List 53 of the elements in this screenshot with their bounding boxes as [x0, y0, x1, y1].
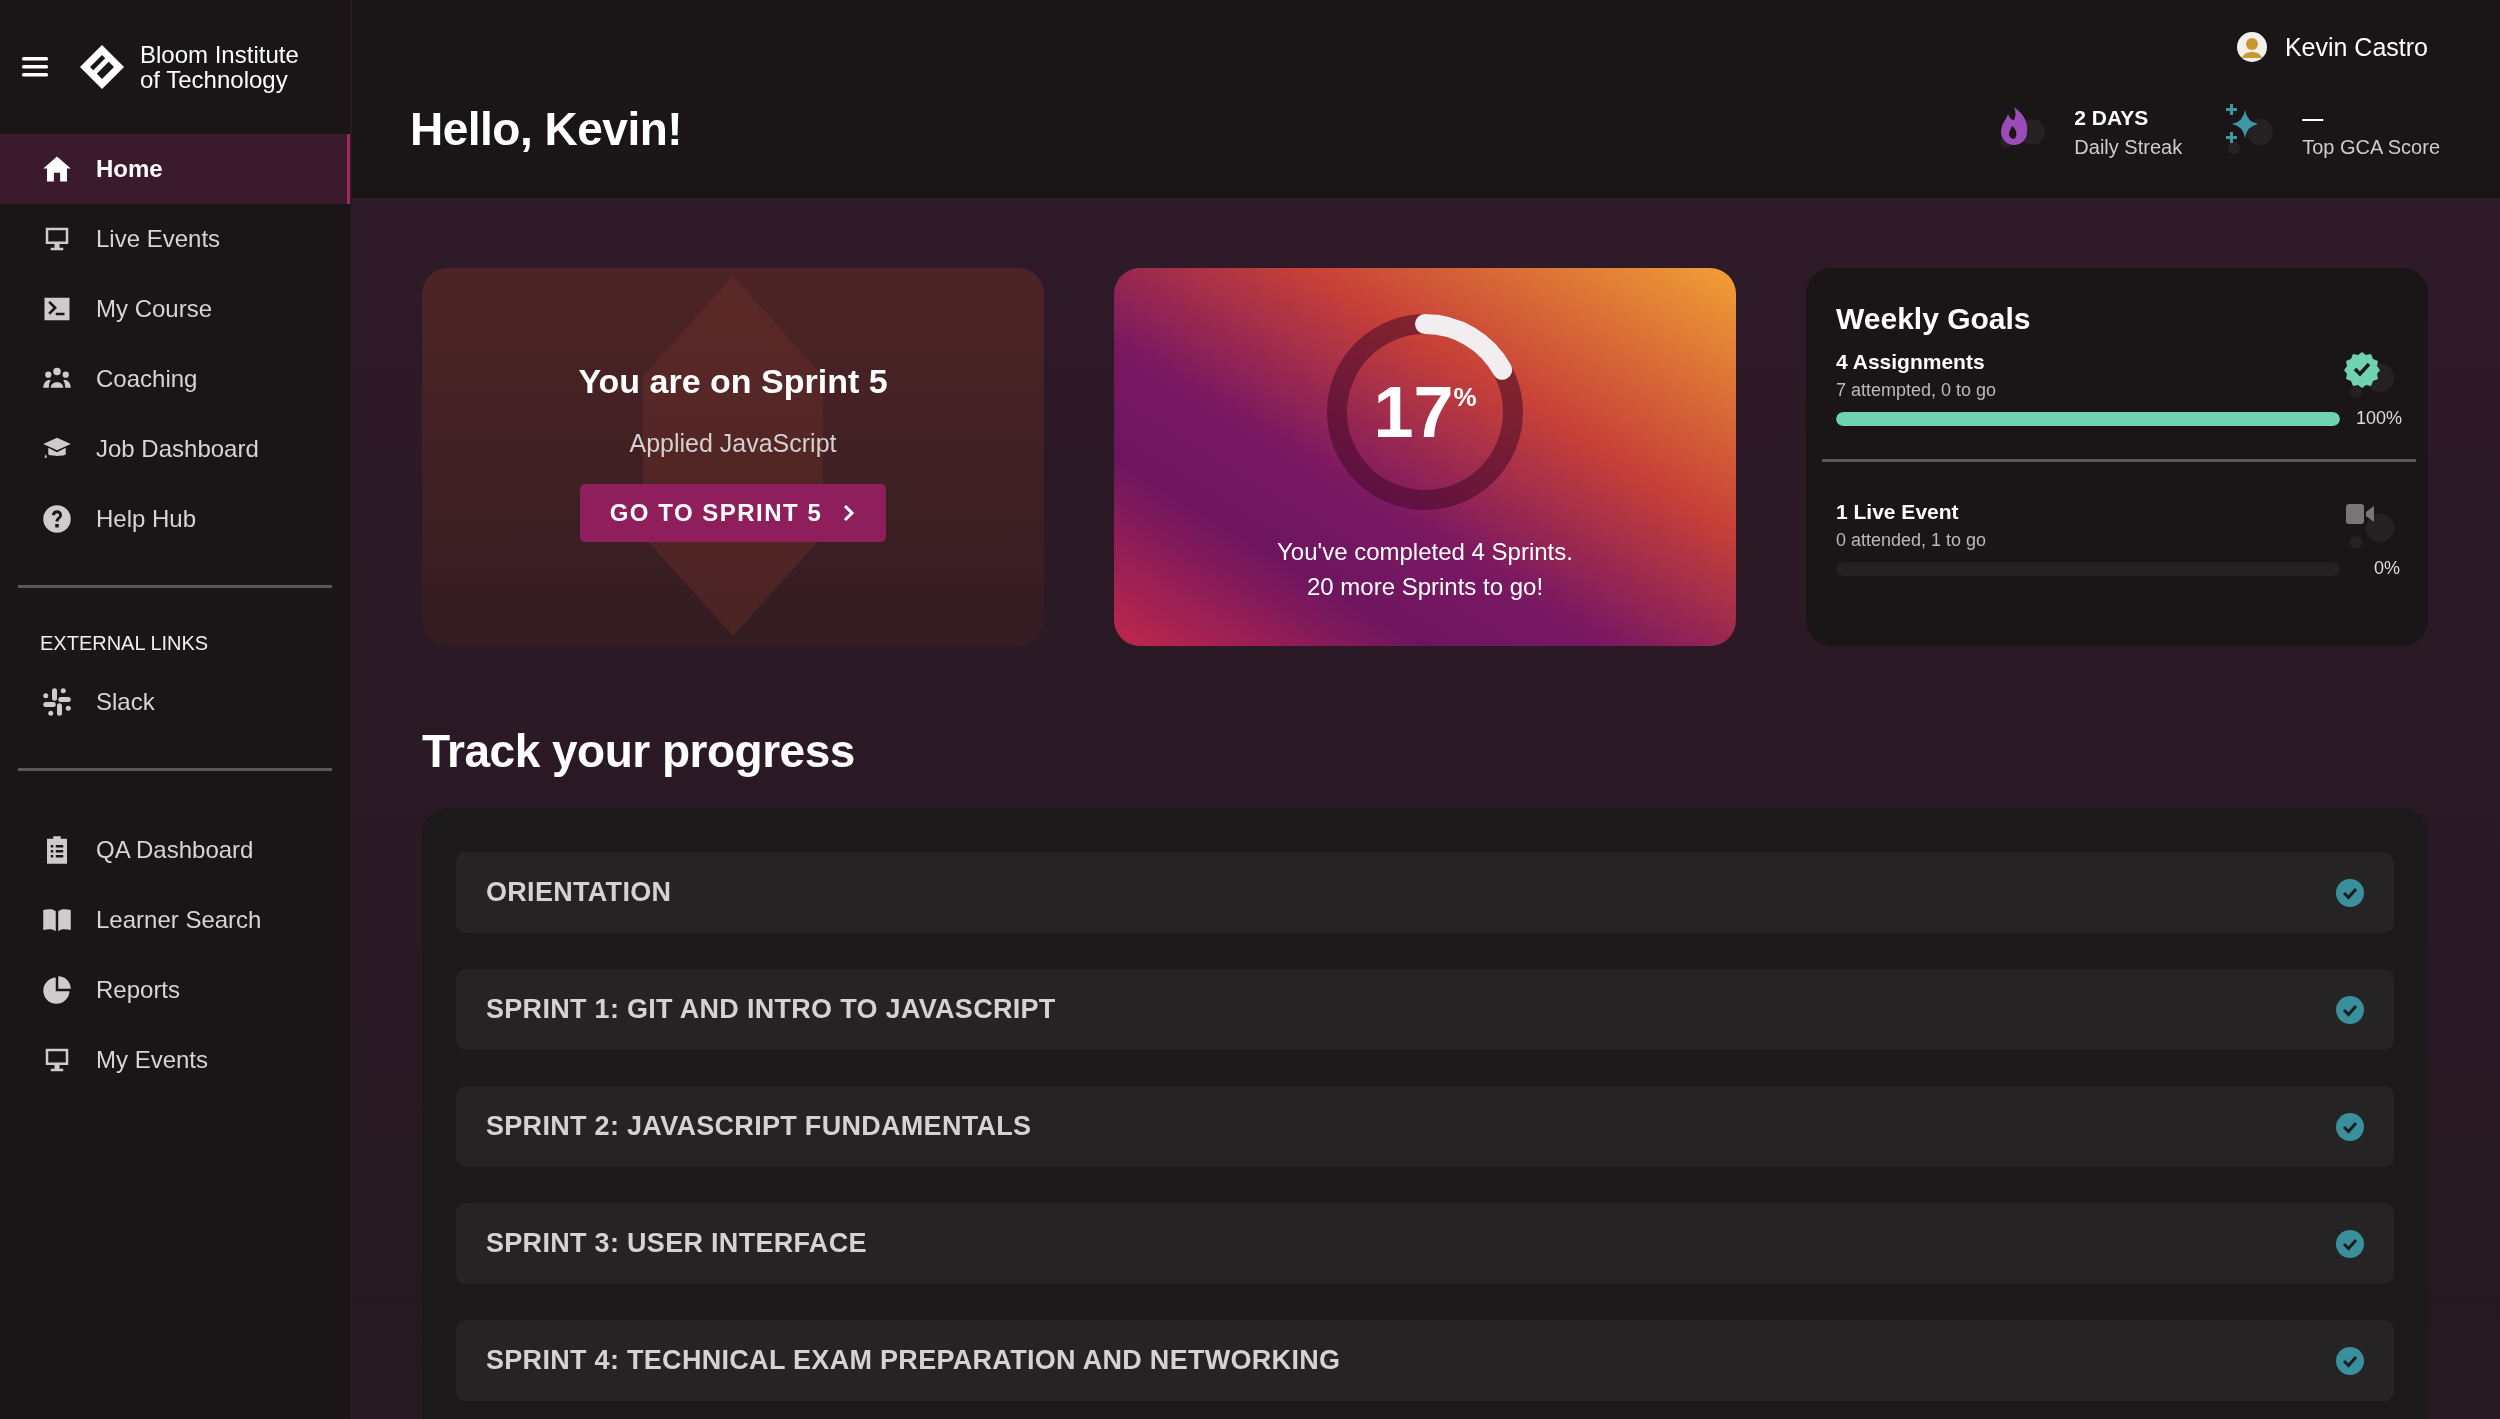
goal-title: 1 Live Event [1836, 500, 1960, 524]
user-menu[interactable]: Kevin Castro [2236, 32, 2428, 62]
sprint-subtitle: Applied JavaScript [629, 429, 837, 458]
nav-item[interactable]: Help Hub [0, 484, 350, 554]
stat-value: 2 DAYS [2074, 105, 2150, 130]
goal-detail: 0 attended, 1 to go [1836, 530, 1987, 551]
goal-title: 4 Assignments [1836, 350, 1986, 374]
greeting: Hello, Kevin! [410, 102, 683, 156]
progress-text: 20 more Sprints to go! [1306, 572, 1544, 602]
sprint-row[interactable]: SPRINT 4: TECHNICAL EXAM PREPARATION AND NETWORKING [456, 1320, 2394, 1401]
section-title: Track your progress [422, 724, 856, 778]
nav-item[interactable]: Slack [0, 667, 350, 737]
stat-value: — [2302, 105, 2325, 130]
nav-item[interactable]: Coaching [0, 344, 350, 414]
sprint-row[interactable]: SPRINT 1: GIT AND INTRO TO JAVASCRIPT [456, 969, 2394, 1050]
nav-item[interactable]: Live Events [0, 204, 350, 274]
card-title: Weekly Goals [1836, 302, 2032, 336]
nav-item[interactable]: QA Dashboard [0, 815, 350, 885]
avatar-icon [2236, 32, 2267, 62]
percent-value: 17 [1373, 371, 1454, 453]
sprint-title: You are on Sprint 5 [578, 362, 888, 401]
go-to-sprint-button[interactable]: GO TO SPRINT 5 [579, 484, 887, 542]
pie-icon [42, 975, 72, 1005]
nav-item[interactable]: Job Dashboard [0, 414, 350, 484]
goal-percent: 0% [2373, 558, 2400, 579]
nav-item[interactable]: Home [0, 134, 350, 204]
brand-name: Bloom Institute [140, 42, 299, 67]
sprint-row[interactable]: ORIENTATION [456, 852, 2394, 933]
stat-label: Daily Streak [2074, 135, 2183, 159]
nav-item[interactable]: Reports [0, 955, 350, 1025]
sprint-name: ORIENTATION [486, 877, 672, 908]
percent-unit: % [1453, 381, 1477, 413]
sprint-row[interactable]: SPRINT 3: USER INTERFACE [456, 1203, 2394, 1284]
nav-item[interactable]: My Events [0, 1025, 350, 1095]
sprint-row[interactable]: SPRINT 2: JAVASCRIPT FUNDAMENTALS [456, 1086, 2394, 1167]
sprint-name: SPRINT 1: GIT AND INTRO TO JAVASCRIPT [486, 994, 1056, 1025]
goal-percent: 100% [2356, 408, 2400, 429]
goal-detail: 7 attempted, 0 to go [1836, 380, 1997, 401]
nav-item[interactable]: Learner Search [0, 885, 350, 955]
help-icon [42, 504, 72, 534]
slack-icon [42, 687, 72, 717]
brand-name: of Technology [140, 67, 289, 92]
sprint-name: SPRINT 2: JAVASCRIPT FUNDAMENTALS [486, 1111, 1032, 1142]
sprint-name: SPRINT 4: TECHNICAL EXAM PREPARATION AND NETWORKING [486, 1345, 1341, 1376]
stat-label: Top GCA Score [2302, 135, 2440, 159]
chevron-icon [842, 504, 857, 522]
sprint-name: SPRINT 3: USER INTERFACE [486, 1228, 867, 1259]
progress-text: You've completed 4 Sprints. [1277, 537, 1573, 567]
nav-item[interactable]: My Course [0, 274, 350, 344]
section-heading: EXTERNAL LINKS [39, 632, 210, 655]
menu-icon[interactable] [22, 56, 48, 78]
home-icon [42, 154, 72, 184]
logo-icon [78, 43, 126, 91]
